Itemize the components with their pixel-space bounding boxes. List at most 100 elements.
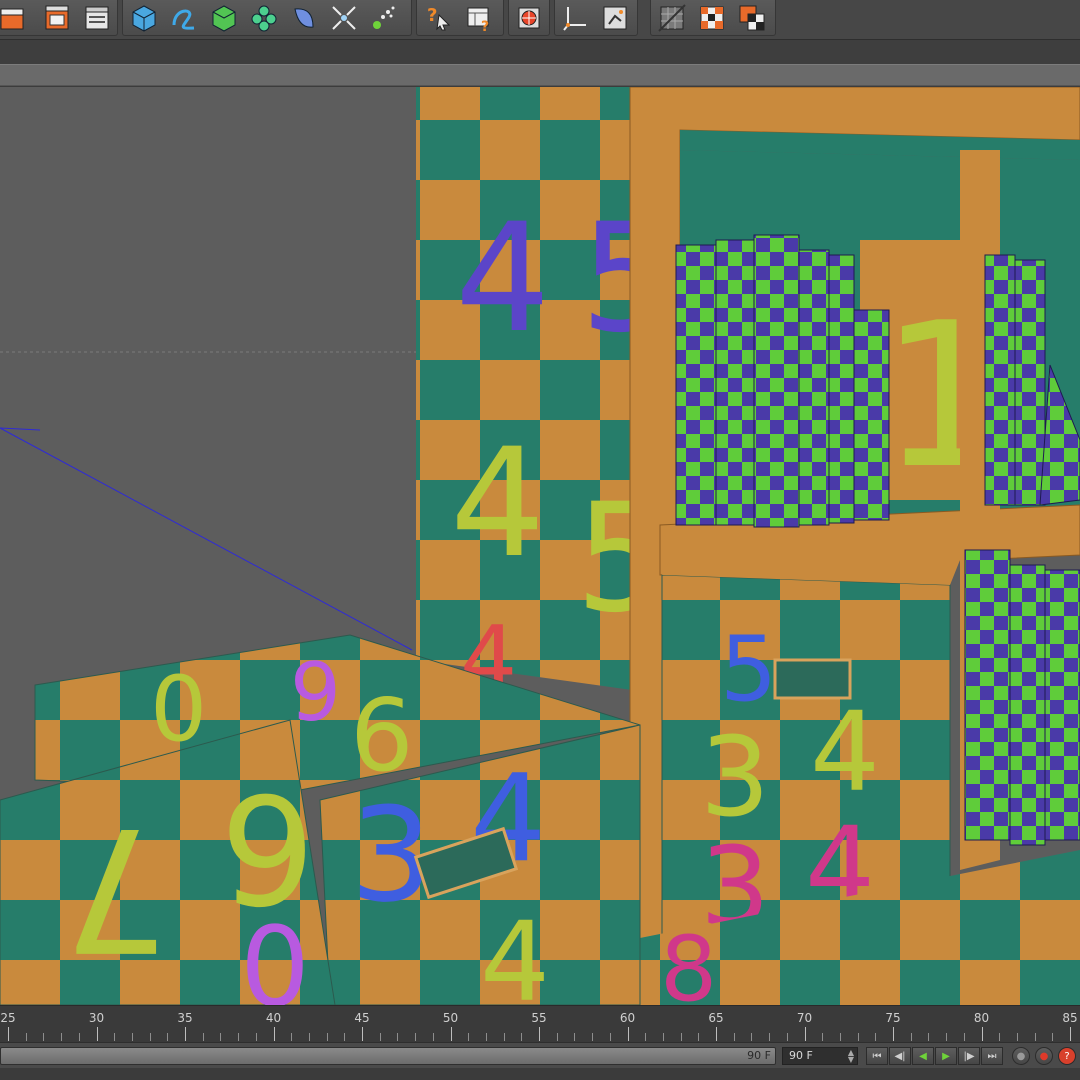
timeline-major-tick — [627, 1027, 629, 1041]
go-to-start-icon[interactable]: ⏮ — [866, 1047, 888, 1065]
svg-text:0: 0 — [240, 903, 310, 1005]
cube-icon[interactable] — [127, 2, 161, 34]
render-picture-viewer-icon[interactable] — [39, 2, 73, 34]
checker-render-icon[interactable] — [695, 2, 729, 34]
record-keys-icon[interactable]: ● — [1012, 1047, 1030, 1065]
timeline-tick-label: 70 — [796, 1011, 813, 1025]
timeline-minor-tick — [1034, 1033, 1036, 1041]
timeline-major-tick — [804, 1027, 806, 1041]
timeline-tick-label: 60 — [619, 1011, 636, 1025]
timeline-major-tick — [96, 1027, 98, 1041]
keyframe-help-icon[interactable]: ? — [1058, 1047, 1076, 1065]
timeline-minor-tick — [786, 1033, 788, 1041]
timeline-major-tick — [716, 1027, 717, 1041]
timeline-minor-tick — [875, 1033, 877, 1041]
timeline-minor-tick — [592, 1033, 594, 1041]
timeline-tick-label: 45 — [354, 1011, 370, 1025]
timeline-minor-tick — [468, 1033, 470, 1041]
timeline-minor-tick — [202, 1033, 204, 1041]
render-options-toolbar-group — [650, 0, 776, 36]
range-end-label: 90 F — [747, 1049, 771, 1062]
timeline-major-tick — [1070, 1027, 1071, 1041]
checker-region-icon[interactable] — [735, 2, 769, 34]
play-backwards-icon[interactable]: ◀ — [912, 1047, 934, 1065]
timeline-minor-tick — [114, 1033, 116, 1041]
snap-icon[interactable] — [598, 2, 632, 34]
timeline-minor-tick — [574, 1033, 576, 1041]
timeline-major-tick — [273, 1027, 275, 1041]
svg-text:?: ? — [427, 5, 437, 26]
svg-text:3: 3 — [700, 713, 770, 841]
timeline-minor-tick — [963, 1033, 965, 1041]
svg-text:4: 4 — [810, 688, 880, 816]
viewport-scene: 4 5 4 5 4 1 3 4 3 4 5 8 3 4 4 6 7 9 0 0 … — [0, 87, 1080, 1005]
current-frame-value: 90 F — [789, 1049, 813, 1062]
timeline-minor-tick — [769, 1033, 771, 1041]
timeline-tick-label: 80 — [973, 1011, 990, 1025]
timeline-major-tick — [8, 1027, 9, 1041]
svg-text:?: ? — [481, 19, 489, 33]
spline-icon[interactable] — [167, 2, 201, 34]
timeline-minor-tick — [308, 1033, 310, 1041]
timeline-minor-tick — [220, 1033, 222, 1041]
svg-text:8: 8 — [660, 917, 717, 1005]
timeline-minor-tick — [78, 1033, 80, 1041]
timeline-minor-tick — [291, 1033, 293, 1041]
timeline-minor-tick — [910, 1033, 912, 1041]
deformer-icon[interactable] — [287, 2, 321, 34]
preview-range-slider[interactable]: 90 F — [0, 1047, 776, 1065]
timeline-minor-tick — [946, 1033, 948, 1041]
viewport-header — [0, 64, 1080, 86]
main-toolbar: ? ? — [0, 0, 1080, 40]
grid-texture-icon[interactable] — [655, 2, 689, 34]
timeline-minor-tick — [238, 1033, 240, 1041]
timeline-minor-tick — [432, 1033, 434, 1041]
timeline-tick-label: 40 — [265, 1011, 282, 1025]
timeline-major-tick — [981, 1027, 983, 1041]
3d-viewport[interactable]: 4 5 4 5 4 1 3 4 3 4 5 8 3 4 4 6 7 9 0 0 … — [0, 87, 1080, 1005]
timeline-minor-tick — [397, 1033, 399, 1041]
svg-text:4: 4 — [450, 417, 545, 591]
timeline-minor-tick — [415, 1033, 417, 1041]
objects-toolbar-group — [122, 0, 412, 36]
spinner-arrows-icon[interactable]: ▲ ▼ — [848, 1049, 854, 1064]
play-forwards-icon[interactable]: ▶ — [935, 1047, 957, 1065]
timeline-ruler[interactable]: 25 30 35 40 45 50 55 60 65 70 75 80 85 — [0, 1005, 1080, 1042]
sphere-light-icon[interactable] — [512, 2, 546, 34]
timeline-minor-tick — [857, 1033, 859, 1041]
current-frame-field[interactable]: 90 F ▲ ▼ — [782, 1047, 858, 1065]
viewport-menu-strip — [0, 40, 1080, 64]
previous-key-icon[interactable]: ◀| — [889, 1047, 911, 1065]
timeline-tick-label: 50 — [442, 1011, 459, 1025]
render-settings-icon[interactable] — [79, 2, 113, 34]
timeline-tick-label: 65 — [708, 1011, 724, 1025]
axis-workplane-icon[interactable] — [558, 2, 592, 34]
timeline-minor-tick — [344, 1033, 346, 1041]
render-view-icon[interactable] — [0, 2, 31, 34]
timeline-minor-tick — [662, 1033, 664, 1041]
next-key-icon[interactable]: |▶ — [958, 1047, 980, 1065]
status-strip — [0, 1068, 1080, 1080]
timeline-tick-label: 55 — [531, 1011, 547, 1025]
timeline-minor-tick — [609, 1033, 611, 1041]
help-question-icon[interactable]: ? — [421, 2, 455, 34]
timeline-tick-label: 75 — [885, 1011, 901, 1025]
go-to-end-icon[interactable]: ⏭ — [981, 1047, 1003, 1065]
scene-environment-icon[interactable] — [327, 2, 361, 34]
timeline-minor-tick — [379, 1033, 381, 1041]
timeline-minor-tick — [149, 1033, 151, 1041]
svg-text:5: 5 — [720, 617, 777, 722]
particle-emitter-icon[interactable] — [367, 2, 401, 34]
nurbs-icon[interactable] — [207, 2, 241, 34]
svg-text:6: 6 — [350, 677, 414, 794]
timeline-major-tick — [450, 1027, 452, 1041]
auto-key-icon[interactable]: ● — [1035, 1047, 1053, 1065]
timeline-tick-label: 85 — [1062, 1011, 1078, 1025]
info-table-icon[interactable]: ? — [463, 2, 497, 34]
mograph-cloner-icon[interactable] — [247, 2, 281, 34]
timeline-minor-tick — [255, 1033, 257, 1041]
animation-controls-bar: 90 F 90 F ▲ ▼ ⏮ ◀| ◀ ▶ |▶ ⏭ ● ● ? — [0, 1042, 1080, 1068]
cinema4d-window: ? ? 4 5 4 5 4 1 3 4 3 4 5 8 3 4 4 6 7 9 … — [0, 0, 1080, 1080]
timeline-major-tick — [185, 1027, 186, 1041]
timeline-minor-tick — [131, 1033, 133, 1041]
